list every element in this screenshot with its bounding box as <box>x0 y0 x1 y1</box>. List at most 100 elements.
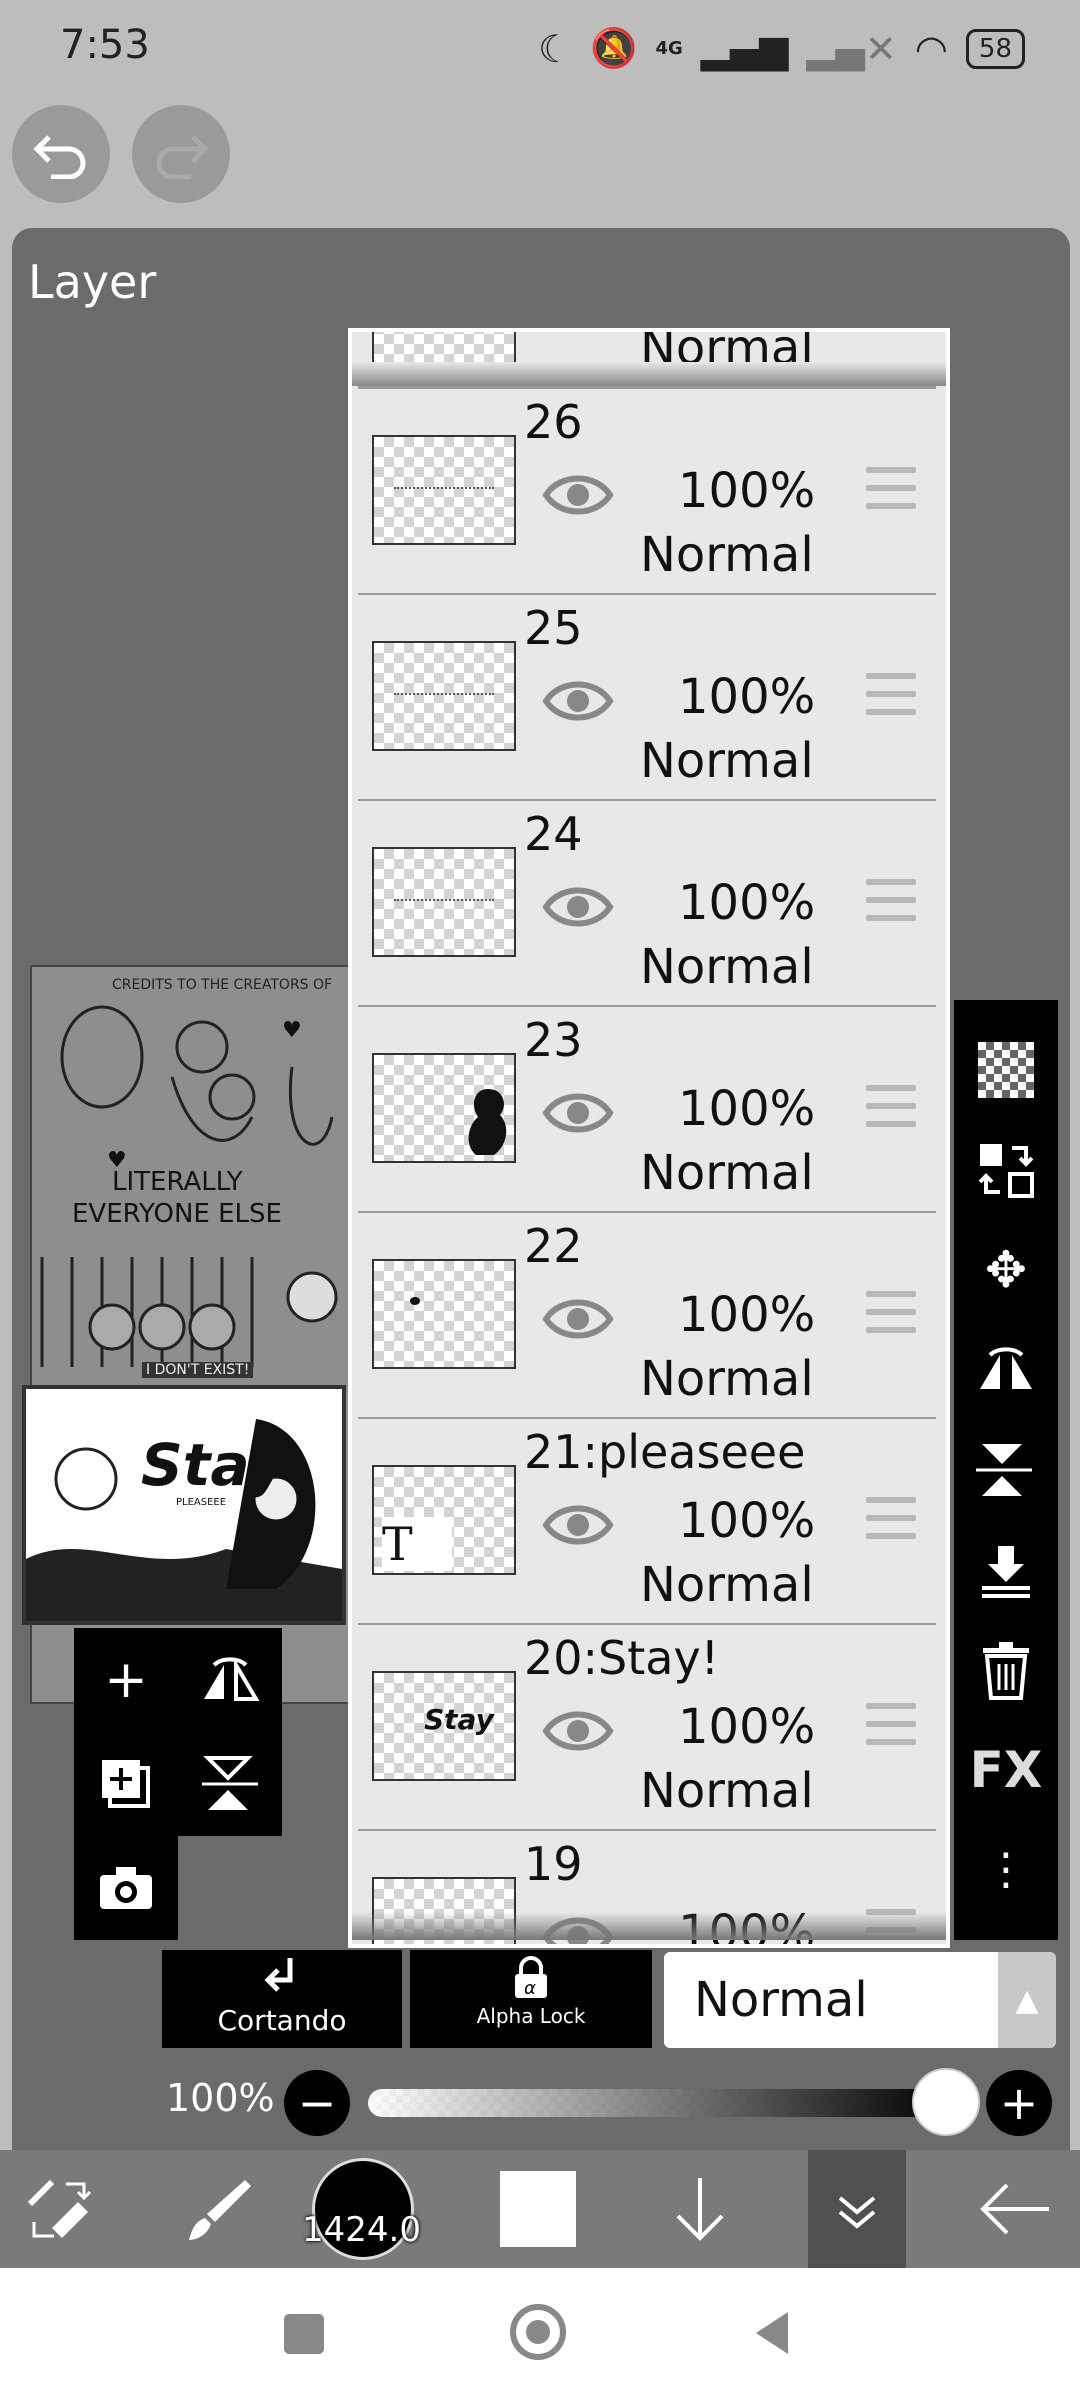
swap-layer-button[interactable] <box>954 1120 1058 1220</box>
flip-horizontal-icon <box>204 1657 260 1701</box>
eye-icon[interactable] <box>542 871 614 943</box>
layer-blend-mode: Normal <box>640 1145 814 1201</box>
clipping-button[interactable]: Cortando <box>162 1950 402 2048</box>
opacity-slider-thumb[interactable] <box>912 2068 980 2136</box>
layer-row[interactable]: T 21:pleaseee 100% Normal <box>358 1419 936 1626</box>
opacity-decrease-button[interactable]: − <box>284 2070 350 2136</box>
undo-button[interactable] <box>12 105 110 203</box>
stay-thumbnail-text: Stay <box>424 1703 494 1736</box>
layer-blend-mode: Normal <box>640 1557 814 1613</box>
brush-tool-button[interactable] <box>170 2150 270 2268</box>
layer-name: 26 <box>524 395 583 449</box>
transform-tool-button[interactable] <box>10 2150 110 2268</box>
home-button[interactable] <box>510 2304 566 2360</box>
brush-size-button[interactable]: 1424.0 <box>298 2150 428 2268</box>
moon-icon: ☾ <box>538 26 573 71</box>
flip-vertical-icon <box>202 1756 258 1810</box>
mute-icon: 🔕 <box>590 26 638 70</box>
undo-icon <box>33 135 86 179</box>
flip-vertical-button[interactable] <box>178 1732 282 1836</box>
flip-horizontal-tool[interactable] <box>954 1320 1058 1420</box>
layer-blend-mode: Normal <box>640 527 814 583</box>
layer-opacity: 100% <box>678 1493 816 1549</box>
alpha-lock-button[interactable]: α Alpha Lock <box>410 1950 652 2048</box>
trash-icon <box>983 1642 1029 1700</box>
lock-icon: α <box>515 1956 547 1999</box>
opacity-slider[interactable] <box>368 2089 948 2117</box>
layer-opacity: 100% <box>678 1287 816 1343</box>
network-label: 4G <box>655 38 683 59</box>
back-arrow-button[interactable] <box>960 2150 1070 2268</box>
recents-button[interactable] <box>284 2314 324 2354</box>
swap-icon <box>978 1144 1034 1198</box>
flip-vertical-tool[interactable] <box>954 1420 1058 1520</box>
layer-tool-pad: + <box>74 1628 282 1836</box>
layer-opacity: 100% <box>678 463 816 519</box>
brush-icon <box>189 2180 251 2240</box>
bottom-toolbar: 1424.0 <box>0 2150 1080 2268</box>
right-toolbar: ✥ FX ⋮ <box>954 1000 1058 1940</box>
merge-down-icon <box>982 1546 1030 1598</box>
drag-handle-icon[interactable] <box>866 1703 916 1747</box>
arrow-down-icon <box>676 2178 724 2241</box>
opacity-label: 100% <box>166 2076 275 2120</box>
layer-row[interactable]: 26 100% Normal <box>358 389 936 596</box>
layer-row[interactable]: 23 100% Normal <box>358 1007 936 1214</box>
add-layer-button[interactable]: + <box>74 1628 178 1732</box>
checker-icon <box>978 1042 1034 1098</box>
delete-layer-button[interactable] <box>954 1620 1058 1720</box>
layer-thumbnail <box>372 847 516 957</box>
eye-icon[interactable] <box>542 1077 614 1149</box>
blend-mode-select[interactable]: Normal ▲ <box>664 1952 1056 2048</box>
layer-row[interactable]: 24 100% Normal <box>358 801 936 1008</box>
blend-mode-value: Normal <box>694 1972 868 2028</box>
layer-row[interactable]: 22 100% Normal <box>358 1213 936 1420</box>
layer-panel-toggle-button[interactable] <box>808 2150 906 2268</box>
more-options-button[interactable]: ⋮ <box>954 1820 1058 1920</box>
layer-list[interactable]: Normal 26 100% Normal 25 100% Normal 24 … <box>348 328 950 1948</box>
opacity-increase-button[interactable]: + <box>986 2070 1052 2136</box>
eye-icon[interactable] <box>542 1283 614 1355</box>
eye-icon[interactable] <box>542 1695 614 1767</box>
home-icon <box>526 2320 550 2344</box>
double-chevron-down-icon <box>838 2196 876 2229</box>
drag-handle-icon[interactable] <box>866 1085 916 1129</box>
layer-row[interactable]: 25 100% Normal <box>358 595 936 802</box>
chevron-up-icon[interactable]: ▲ <box>998 1952 1056 2048</box>
back-button[interactable] <box>752 2308 792 2358</box>
camera-button[interactable] <box>74 1836 178 1940</box>
thumbnail-title: Stay <box>141 1431 286 1499</box>
drag-handle-icon[interactable] <box>866 673 916 717</box>
flip-horizontal-button[interactable] <box>178 1628 282 1732</box>
drag-handle-icon[interactable] <box>866 467 916 511</box>
layer-thumbnail <box>372 1259 516 1369</box>
minus-icon: − <box>297 2076 337 2130</box>
color-button[interactable] <box>488 2150 588 2268</box>
alpha-lock-label: Alpha Lock <box>476 2004 586 2028</box>
fx-button[interactable]: FX <box>954 1720 1058 1820</box>
drag-handle-icon[interactable] <box>866 879 916 923</box>
color-swatch <box>500 2171 576 2247</box>
eye-icon[interactable] <box>542 1489 614 1561</box>
redo-button[interactable] <box>132 105 230 203</box>
layer-blend-mode: Normal <box>640 939 814 995</box>
artwork-caption-1: LITERALLY <box>112 1167 243 1197</box>
drag-handle-icon[interactable] <box>866 1497 916 1541</box>
layer-row[interactable]: Stay 20:Stay! 100% Normal <box>358 1625 936 1832</box>
artwork-crowd <box>40 1257 338 1367</box>
artwork-credits-text: CREDITS TO THE CREATORS OF <box>112 977 333 993</box>
eye-icon[interactable] <box>542 665 614 737</box>
redo-icon <box>156 135 209 179</box>
down-arrow-button[interactable] <box>650 2150 750 2268</box>
move-button[interactable]: ✥ <box>954 1220 1058 1320</box>
canvas-thumbnail[interactable]: Stay PLEASEEE <box>22 1385 346 1625</box>
layer-name: 23 <box>524 1013 583 1067</box>
list-fade-top <box>352 362 946 386</box>
eye-icon[interactable] <box>542 459 614 531</box>
drag-handle-icon[interactable] <box>866 1291 916 1335</box>
merge-down-button[interactable] <box>954 1520 1058 1620</box>
status-icons: ☾ 🔕 4G ▂▄▆ ▂▄✕ ◠ 58 <box>538 26 1025 71</box>
transparent-fill-button[interactable] <box>954 1020 1058 1120</box>
battery-icon: 58 <box>965 28 1025 69</box>
duplicate-layer-button[interactable] <box>74 1732 178 1836</box>
